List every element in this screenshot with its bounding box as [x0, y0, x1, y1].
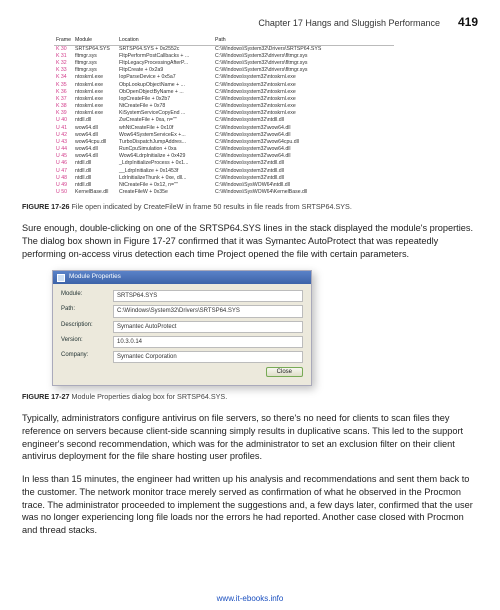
property-row: Company:Symantec Corporation: [61, 351, 303, 363]
dialog-titlebar: Module Properties: [53, 271, 311, 284]
property-value: C:\Windows\System32\Drivers\SRTSP64.SYS: [113, 305, 303, 317]
dialog-icon: [57, 274, 65, 282]
table-row: K 30SRTSP64.SYSSRTSP64.SYS + 0x2552cC:\W…: [54, 45, 394, 53]
table-row: U 42wow64.dllWow64SystemServiceEx +...C:…: [54, 132, 394, 139]
page-number: 419: [458, 14, 478, 31]
table-row: K 35ntoskrnl.exeObpLookupObjectName + ..…: [54, 82, 394, 89]
module-properties-dialog: Module Properties Module:SRTSP64.SYSPath…: [52, 270, 312, 386]
property-label: Path:: [61, 305, 113, 317]
table-row: U 43wow64cpu.dllTurboDispatchJumpAddres.…: [54, 139, 394, 146]
property-row: Path:C:\Windows\System32\Drivers\SRTSP64…: [61, 305, 303, 317]
property-label: Version:: [61, 336, 113, 348]
col-path: Path: [213, 37, 394, 46]
footer: www.it-ebooks.info: [0, 593, 500, 604]
paragraph-2: Typically, administrators configure anti…: [22, 412, 478, 463]
dialog-body: Module:SRTSP64.SYSPath:C:\Windows\System…: [53, 284, 311, 385]
table-row: K 32fltmgr.sysFltpLegacyProcessingAfterP…: [54, 60, 394, 67]
property-label: Company:: [61, 351, 113, 363]
property-label: Description:: [61, 321, 113, 333]
table-row: K 38ntoskrnl.exeNtCreateFile + 0x78C:\Wi…: [54, 103, 394, 110]
table-row: U 46ntdll.dll_LdrpInitializeProcess + 0x…: [54, 160, 394, 167]
property-row: Module:SRTSP64.SYS: [61, 290, 303, 302]
table-row: U 47ntdll.dll__LdrpInitialize + 0x1453fC…: [54, 168, 394, 175]
table-row: K 37ntoskrnl.exeIopCreateFile + 0x2b7C:\…: [54, 96, 394, 103]
col-frame: Frame: [54, 37, 73, 46]
dialog-title-text: Module Properties: [69, 273, 121, 282]
col-module: Module: [73, 37, 117, 46]
table-row: K 39ntoskrnl.exeKiSystemServiceCopyEnd .…: [54, 110, 394, 117]
table-row: K 36ntoskrnl.exeObOpenObjectByName + ...…: [54, 89, 394, 96]
table-row: K 31fltmgr.sysFltpPerformPostCallbacks +…: [54, 53, 394, 60]
property-label: Module:: [61, 290, 113, 302]
property-value: Symantec Corporation: [113, 351, 303, 363]
table-row: U 50KernelBase.dllCreateFileW + 0x35eC:\…: [54, 189, 394, 196]
paragraph-1: Sure enough, double-clicking on one of t…: [22, 222, 478, 260]
col-location: Location: [117, 37, 213, 46]
property-value: Symantec AutoProtect: [113, 321, 303, 333]
property-row: Description:Symantec AutoProtect: [61, 321, 303, 333]
table-row: U 45wow64.dllWow64LdrpInitialize + 0x429…: [54, 153, 394, 160]
chapter-label: Chapter 17 Hangs and Sluggish Performanc…: [258, 17, 440, 29]
figure-17-27-caption: FIGURE 17-27 Module Properties dialog bo…: [22, 392, 478, 402]
table-row: K 34ntoskrnl.exeIopParseDevice + 0x5a7C:…: [54, 74, 394, 81]
footer-link[interactable]: www.it-ebooks.info: [217, 594, 284, 603]
close-button[interactable]: Close: [266, 367, 303, 377]
table-row: U 41wow64.dllwhNtCreateFile + 0x10fC:\Wi…: [54, 125, 394, 132]
table-row: U 40ntdll.dllZwCreateFile + 0xa, n=""C:\…: [54, 117, 394, 124]
table-row: K 33fltmgr.sysFltpCreate + 0x2a9C:\Windo…: [54, 67, 394, 74]
property-value: 10.3.0.14: [113, 336, 303, 348]
stack-trace-table: Frame Module Location Path K 30SRTSP64.S…: [54, 37, 394, 197]
figure-17-26-caption: FIGURE 17-26 File open indicated by Crea…: [22, 202, 478, 212]
paragraph-3: In less than 15 minutes, the engineer ha…: [22, 473, 478, 536]
property-row: Version:10.3.0.14: [61, 336, 303, 348]
property-value: SRTSP64.SYS: [113, 290, 303, 302]
table-row: U 49ntdll.dllNtCreateFile + 0x12, n=""C:…: [54, 182, 394, 189]
table-row: U 48ntdll.dllLdrInitializeThunk + 0xe, d…: [54, 175, 394, 182]
table-row: U 44wow64.dllRunCpuSimulation + 0xaC:\Wi…: [54, 146, 394, 153]
